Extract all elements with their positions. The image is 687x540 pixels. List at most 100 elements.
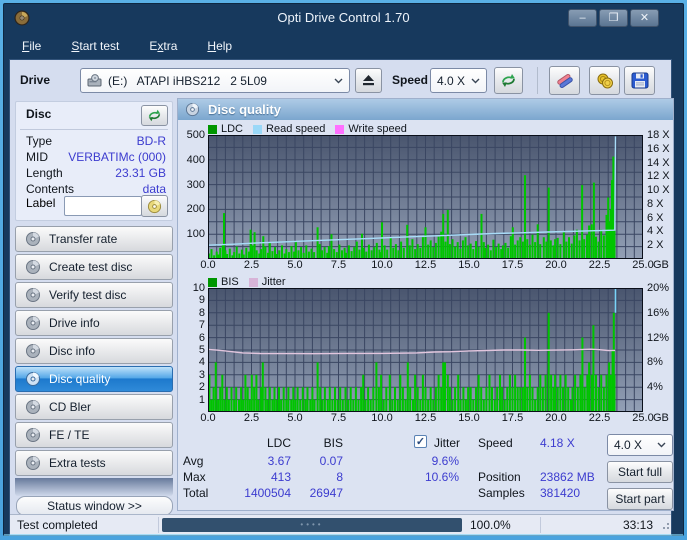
x-tick-label: 2.5 <box>244 259 259 271</box>
length-label: Length <box>26 166 63 180</box>
x-axis-unit: GB <box>653 412 669 424</box>
sidebar-item-disc-info[interactable]: Disc info <box>15 338 173 364</box>
legend-read-speed: Read speed <box>253 123 325 135</box>
sidebar-item-label: FE / TE <box>49 428 89 442</box>
position-stat-label: Position <box>478 470 521 484</box>
chevron-down-icon <box>471 78 480 84</box>
speed-value: 4.0 X <box>437 74 465 88</box>
speed-stat-label: Speed <box>478 436 513 450</box>
statusbar: Test completed •••• 100.0% 33:13 <box>10 514 671 534</box>
menu-file[interactable]: File <box>18 37 45 55</box>
panel-title: Disc quality <box>208 102 281 117</box>
bis-jitter-chart: BISJitter 10987654321 20%16%12%8%4% 0.02… <box>181 276 673 425</box>
start-full-button[interactable]: Start full <box>607 461 673 483</box>
sidebar-item-label: Disc info <box>49 344 95 358</box>
x-tick-label: 17.5 <box>502 412 523 424</box>
opti-drive-control-window: Opti Drive Control 1.70 – ❒ ✕ File Start … <box>0 0 687 540</box>
disc-icon <box>25 427 41 443</box>
disc-quality-panel: Disc quality LDCRead speedWrite speed 50… <box>177 98 674 511</box>
sidebar-item-transfer-rate[interactable]: Transfer rate <box>15 226 173 252</box>
disc-icon <box>25 343 41 359</box>
bis-plot <box>208 288 643 412</box>
sidebar-item-label: Disc quality <box>49 372 110 386</box>
menu-help[interactable]: Help <box>203 37 236 55</box>
statusbar-separator <box>540 517 541 533</box>
y-tick-label: 16% <box>647 308 669 319</box>
status-window-button[interactable]: Status window >> <box>16 496 173 516</box>
x-tick-label: 5.0 <box>287 412 302 424</box>
progress-percent: 100.0% <box>470 518 511 532</box>
disc-icon <box>25 399 41 415</box>
drive-value: (E:) ATAPI iHBS212 2 5L09 <box>108 74 334 88</box>
donate-button[interactable] <box>589 66 620 95</box>
cd-icon <box>147 199 162 214</box>
sidebar-item-verify-test-disc[interactable]: Verify test disc <box>15 282 173 308</box>
y-tick-label: 4 <box>199 357 205 368</box>
speed-select[interactable]: 4.0 X <box>430 68 487 93</box>
y-tick-label: 20% <box>647 283 669 294</box>
progress-bar: •••• <box>162 518 462 532</box>
bis-y-axis-right: 20%16%12%8%4% <box>643 288 673 412</box>
y-tick-label: 2 <box>199 382 205 393</box>
y-tick-label: 4% <box>647 382 663 393</box>
legend-bis: BIS <box>208 276 239 288</box>
y-tick-label: 16 X <box>647 144 670 155</box>
contents-label: Contents <box>26 182 74 196</box>
ldc-speed-chart: LDCRead speedWrite speed 500400300200100… <box>181 123 673 272</box>
maximize-button[interactable]: ❒ <box>599 9 628 27</box>
status-text: Test completed <box>17 518 98 532</box>
x-tick-label: 22.5 <box>589 259 610 271</box>
legend-ldc: LDC <box>208 123 243 135</box>
refresh-drives-button[interactable] <box>494 67 523 94</box>
sidebar-item-label: Transfer rate <box>49 232 117 246</box>
sidebar-item-label: Extra tests <box>49 456 106 470</box>
sidebar-item-cd-bler[interactable]: CD Bler <box>15 394 173 420</box>
menu-extra[interactable]: Extra <box>145 37 181 55</box>
sidebar-item-create-test-disc[interactable]: Create test disc <box>15 254 173 280</box>
disc-panel-title: Disc <box>26 107 51 121</box>
content-area: Drive (E:) ATAPI iHBS212 2 5L09 <box>9 59 672 536</box>
window-body: Opti Drive Control 1.70 – ❒ ✕ File Start … <box>3 3 684 536</box>
test-speed-select[interactable]: 4.0 X <box>607 434 673 456</box>
total-bis-value: 26947 <box>298 486 343 500</box>
sidebar-item-fe-te[interactable]: FE / TE <box>15 422 173 448</box>
max-row-label: Max <box>183 470 206 484</box>
drive-icon <box>87 74 102 87</box>
eject-button[interactable] <box>355 68 382 93</box>
disc-quality-icon <box>185 102 200 117</box>
x-tick-label: 22.5 <box>589 412 610 424</box>
close-button[interactable]: ✕ <box>630 9 659 27</box>
max-ldc-value: 413 <box>223 470 291 484</box>
save-button[interactable] <box>624 66 655 95</box>
x-tick-label: 25.0 <box>632 259 653 271</box>
refresh-disc-button[interactable] <box>141 105 168 126</box>
ldc-plot <box>208 135 643 259</box>
disc-length-row: Length 23.31 GB <box>26 166 166 181</box>
ldc-y-axis-left: 500400300200100 <box>181 135 208 259</box>
sidebar-item-extra-tests[interactable]: Extra tests <box>15 450 173 476</box>
drive-select[interactable]: (E:) ATAPI iHBS212 2 5L09 <box>80 68 350 93</box>
panel-header: Disc quality <box>178 99 673 120</box>
jitter-checkbox[interactable]: ✓ <box>414 435 427 448</box>
resize-grip[interactable] <box>661 523 669 531</box>
y-tick-label: 18 X <box>647 130 670 141</box>
sidebar-item-disc-quality[interactable]: Disc quality <box>15 366 173 392</box>
label-input[interactable] <box>64 196 142 216</box>
mid-value: VERBATIMc (000) <box>68 150 166 164</box>
x-tick-label: 5.0 <box>287 259 302 271</box>
samples-stat-value: 381420 <box>540 486 580 500</box>
minimize-button[interactable]: – <box>568 9 597 27</box>
y-tick-label: 3 <box>199 370 205 381</box>
y-tick-label: 4 X <box>647 226 664 237</box>
sidebar-item-drive-info[interactable]: Drive info <box>15 310 173 336</box>
x-tick-label: 12.5 <box>415 412 436 424</box>
titlebar[interactable]: Opti Drive Control 1.70 – ❒ ✕ <box>4 4 683 32</box>
erase-disc-button[interactable] <box>549 66 580 95</box>
disc-label-button[interactable] <box>141 195 168 217</box>
legend-jitter: Jitter <box>249 276 286 288</box>
start-part-button[interactable]: Start part <box>607 488 673 510</box>
disc-icon <box>25 259 41 275</box>
menu-start-test[interactable]: Start test <box>67 37 123 55</box>
y-tick-label: 300 <box>187 180 205 191</box>
x-tick-label: 17.5 <box>502 259 523 271</box>
